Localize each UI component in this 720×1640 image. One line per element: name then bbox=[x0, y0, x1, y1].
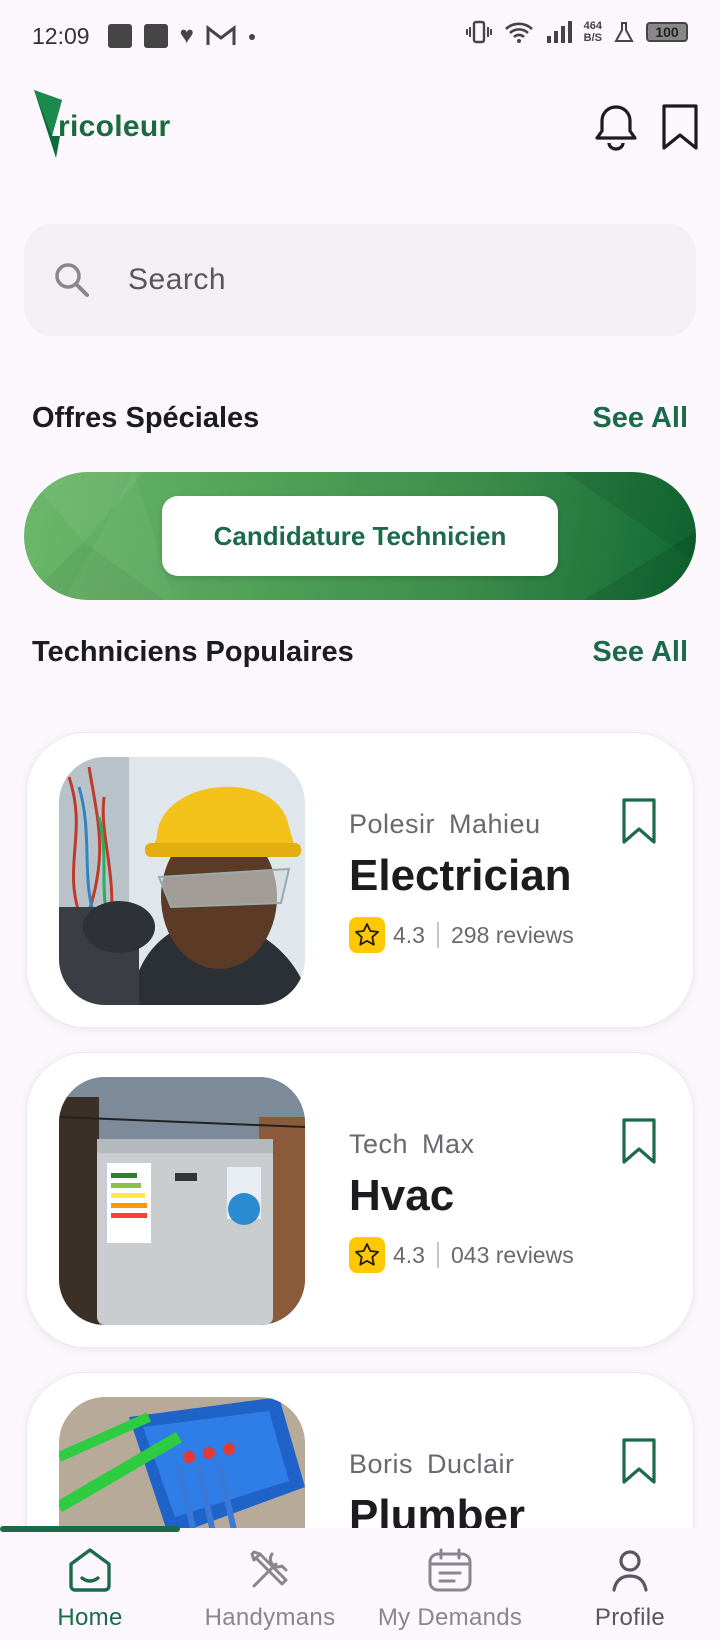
network-speed-unit: B/S bbox=[583, 32, 602, 44]
wifi-icon bbox=[504, 22, 533, 43]
bookmark-icon[interactable] bbox=[619, 797, 659, 845]
search-input[interactable]: Search bbox=[128, 263, 226, 297]
bookmark-icon[interactable] bbox=[619, 1437, 659, 1485]
app-logo: ricoleur bbox=[34, 90, 170, 160]
bookmark-icon[interactable] bbox=[658, 103, 702, 151]
rating-value: 4.3 bbox=[393, 1241, 425, 1268]
notification-app-icon bbox=[107, 24, 132, 48]
technician-card[interactable]: Tech Max Hvac 4.3 043 reviews bbox=[26, 1052, 694, 1348]
technician-photo-electrician bbox=[59, 757, 305, 1005]
rating-value: 4.3 bbox=[393, 921, 425, 948]
technician-trade: Hvac bbox=[349, 1171, 455, 1220]
technician-rating: 4.3 043 reviews bbox=[349, 1237, 574, 1273]
vibrate-icon bbox=[465, 20, 492, 44]
network-speed-value: 464 bbox=[583, 20, 602, 32]
star-icon bbox=[349, 1237, 385, 1273]
popular-technicians-see-all-link[interactable]: See All bbox=[592, 636, 688, 669]
nav-label-handymans: Handymans bbox=[204, 1604, 336, 1631]
technician-name: Polesir Mahieu bbox=[349, 809, 541, 839]
logo-text: ricoleur bbox=[58, 110, 171, 143]
notification-app-icon bbox=[143, 24, 168, 48]
network-speed: 464 B/S bbox=[584, 20, 602, 44]
nav-label-home: Home bbox=[57, 1604, 123, 1631]
nav-label-my-demands: My Demands bbox=[377, 1604, 523, 1631]
bookmark-icon[interactable] bbox=[619, 1117, 659, 1165]
nav-item-handymans[interactable]: Handymans bbox=[180, 1546, 360, 1632]
review-count: 043 reviews bbox=[450, 1241, 574, 1268]
technician-application-button[interactable]: Candidature Technicien bbox=[162, 496, 558, 576]
battery-indicator: 100 bbox=[646, 22, 688, 42]
signal-icon bbox=[546, 21, 572, 43]
technician-name: Tech Max bbox=[349, 1129, 475, 1159]
heart-icon: ♥ bbox=[179, 22, 194, 49]
special-offers-see-all-link[interactable]: See All bbox=[592, 402, 688, 435]
nav-item-home[interactable]: Home bbox=[0, 1546, 180, 1632]
technician-photo-hvac bbox=[59, 1077, 305, 1325]
more-notifications-dot-icon: ● bbox=[247, 28, 257, 44]
special-offer-banner[interactable]: Candidature Technicien bbox=[24, 472, 696, 600]
flask-icon bbox=[614, 22, 634, 42]
profile-icon[interactable] bbox=[606, 1546, 654, 1594]
special-offers-title: Offres Spéciales bbox=[32, 402, 260, 434]
technician-name: Boris Duclair bbox=[349, 1449, 515, 1479]
home-icon[interactable] bbox=[65, 1546, 115, 1594]
star-icon bbox=[349, 917, 385, 953]
review-count: 298 reviews bbox=[450, 921, 574, 948]
technician-trade: Electrician bbox=[349, 851, 572, 900]
status-time: 12:09 bbox=[32, 22, 90, 49]
technician-rating: 4.3 298 reviews bbox=[349, 917, 574, 953]
popular-technicians-title: Techniciens Populaires bbox=[32, 636, 354, 668]
notification-bell-icon[interactable] bbox=[594, 103, 638, 151]
calendar-list-icon[interactable] bbox=[426, 1546, 474, 1594]
search-bar[interactable]: Search bbox=[24, 224, 696, 336]
nav-label-profile: Profile bbox=[594, 1604, 666, 1631]
tools-icon[interactable] bbox=[246, 1546, 294, 1594]
gmail-icon bbox=[206, 25, 236, 45]
rating-divider bbox=[436, 1242, 439, 1268]
technician-card[interactable]: Polesir Mahieu Electrician 4.3 298 revie… bbox=[26, 732, 694, 1028]
search-icon bbox=[55, 263, 89, 297]
status-bar: 12:09 ♥ ● 464 B/S 100 bbox=[0, 0, 720, 72]
nav-item-profile[interactable]: Profile bbox=[540, 1546, 720, 1632]
nav-item-my-demands[interactable]: My Demands bbox=[360, 1546, 540, 1632]
rating-divider bbox=[436, 922, 439, 948]
active-tab-indicator bbox=[0, 1526, 180, 1532]
